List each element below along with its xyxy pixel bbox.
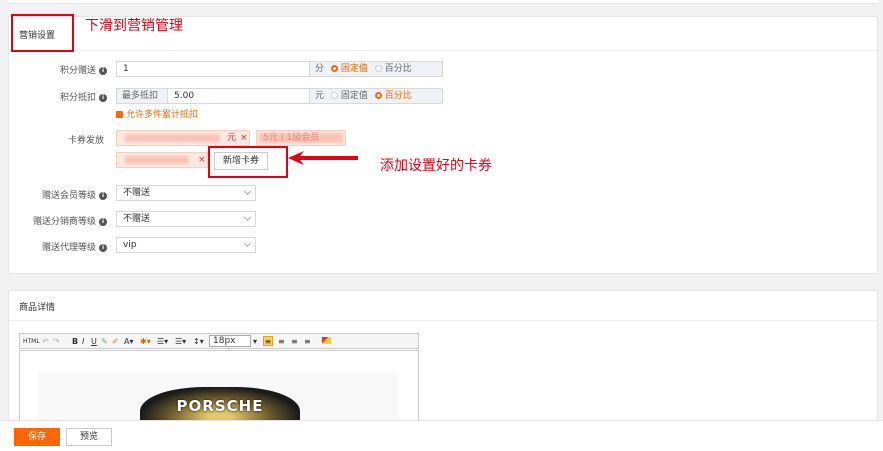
gift-member-level-select[interactable]: 不赠送	[116, 185, 256, 201]
underline-icon[interactable]: U	[91, 337, 97, 346]
radio-fixed-label[interactable]: 固定值	[341, 91, 368, 101]
gift-member-level-label: 赠送会员等级 i	[17, 188, 107, 201]
radio-percent-selected[interactable]	[374, 92, 382, 99]
top-divider	[8, 0, 878, 4]
chevron-down-icon	[243, 239, 252, 248]
info-icon: i	[99, 93, 107, 102]
radio-fixed-label[interactable]: 固定值	[341, 64, 368, 74]
radio-percent-label[interactable]: 百分比	[385, 64, 412, 74]
italic-icon[interactable]: I	[82, 337, 84, 346]
radio-fixed-selected[interactable]	[330, 65, 338, 72]
gift-agent-level-label: 赠送代理等级 i	[17, 240, 107, 253]
eraser-icon[interactable]: ✐	[112, 337, 119, 346]
checkbox-label: 允许多件累计抵扣	[126, 110, 199, 120]
editor-content[interactable]: PORSCHE	[19, 350, 419, 430]
radio-percent[interactable]	[374, 65, 382, 72]
bold-icon[interactable]: B	[72, 337, 78, 346]
undo-icon[interactable]: ↶	[42, 337, 49, 346]
points-deduct-label: 积分抵扣 i	[17, 90, 107, 103]
info-icon: i	[99, 66, 107, 75]
align-center-icon[interactable]: ≡	[278, 337, 285, 346]
points-gift-unit: 分	[315, 64, 325, 74]
close-icon[interactable]: ×	[240, 131, 248, 145]
align-justify-icon[interactable]: ≡	[304, 337, 311, 346]
coupon-chip-3-redacted	[125, 156, 189, 164]
chevron-down-icon	[243, 187, 252, 196]
gift-member-level-value: 不赠送	[123, 188, 151, 198]
info-icon: i	[99, 243, 107, 252]
points-deduct-options: 元 固定值 百分比	[309, 88, 443, 104]
coupon-chip-2-text: 5元 | 1级会员	[263, 133, 320, 143]
gift-member-level-label-text: 赠送会员等级	[41, 191, 96, 201]
unordered-list-icon[interactable]: ☰▾	[175, 337, 186, 346]
coupon-chip-1[interactable]: 元 ×	[116, 130, 250, 146]
gift-distributor-level-select[interactable]: 不赠送	[116, 211, 256, 227]
add-coupon-highlight	[208, 146, 288, 178]
info-icon: i	[99, 217, 107, 226]
align-left-icon[interactable]: ≡	[263, 336, 273, 346]
align-right-icon[interactable]: ≡	[291, 337, 298, 346]
points-deduct-input[interactable]: 5.00	[167, 88, 310, 104]
gift-distributor-level-label-text: 赠送分销商等级	[32, 217, 96, 227]
ordered-list-icon[interactable]: ☰▾	[157, 337, 168, 346]
chevron-down-icon	[243, 213, 252, 222]
close-icon[interactable]: ×	[198, 153, 206, 167]
product-detail-divider	[9, 320, 877, 321]
points-gift-input[interactable]: 1	[116, 61, 310, 77]
redo-icon[interactable]: ↷	[53, 337, 60, 346]
gift-distributor-level-label: 赠送分销商等级 i	[17, 214, 107, 227]
html-source-icon[interactable]: HTML	[23, 338, 40, 345]
accumulate-checkbox-row[interactable]: 允许多件累计抵扣	[116, 107, 198, 120]
checkbox-icon[interactable]	[116, 111, 123, 118]
points-deduct-prefix: 最多抵扣	[116, 88, 168, 104]
points-gift-label: 积分赠送 i	[17, 63, 107, 76]
footer-bar	[0, 420, 883, 451]
highlight-color-icon[interactable]: ✱▾	[140, 337, 151, 346]
gift-agent-level-label-text: 赠送代理等级	[41, 243, 96, 253]
radio-percent-label[interactable]: 百分比	[385, 91, 412, 101]
info-icon: i	[99, 191, 107, 200]
save-button[interactable]: 保存	[14, 428, 60, 446]
section-title-highlight	[11, 14, 74, 52]
editor-toolbar: HTML ↶ ↷ B I U ✎ ✐ A▾ ✱▾ ☰▾ ☰▾ ↕▾ 18px ▾…	[19, 333, 419, 349]
line-height-icon[interactable]: ↕▾	[193, 337, 204, 346]
coupon-chip-1-suffix: 元	[227, 133, 237, 143]
coupon-chip-2[interactable]: 5元 | 1级会员	[256, 130, 346, 146]
card-header-divider	[9, 50, 877, 51]
points-deduct-label-text: 积分抵扣	[59, 93, 96, 103]
product-detail-title: 商品详情	[19, 303, 56, 313]
coupon-chip-1-redacted	[125, 134, 220, 142]
gift-agent-level-value: vip	[123, 240, 137, 250]
font-color-icon[interactable]: A▾	[124, 337, 134, 346]
insert-image-icon[interactable]	[322, 337, 331, 344]
radio-fixed[interactable]	[330, 92, 338, 99]
dropdown-arrow-icon[interactable]: ▾	[253, 337, 257, 346]
scroll-annotation: 下滑到营销管理	[85, 18, 183, 34]
points-deduct-unit: 元	[315, 91, 325, 101]
gift-distributor-level-value: 不赠送	[123, 214, 151, 224]
points-gift-options: 分 固定值 百分比	[309, 61, 443, 77]
coupon-chip-3[interactable]: ×	[116, 152, 208, 168]
porsche-crest-text: PORSCHE	[176, 397, 264, 415]
format-brush-icon[interactable]: ✎	[101, 337, 108, 346]
points-gift-label-text: 积分赠送	[59, 66, 96, 76]
gift-agent-level-select[interactable]: vip	[116, 237, 256, 253]
font-size-select[interactable]: 18px	[209, 335, 251, 347]
font-size-value: 18px	[213, 336, 236, 346]
coupon-annotation: 添加设置好的卡券	[380, 158, 492, 174]
coupon-label: 卡券发放	[67, 136, 104, 146]
preview-button[interactable]: 预览	[66, 428, 112, 446]
arrow-icon	[288, 151, 358, 165]
